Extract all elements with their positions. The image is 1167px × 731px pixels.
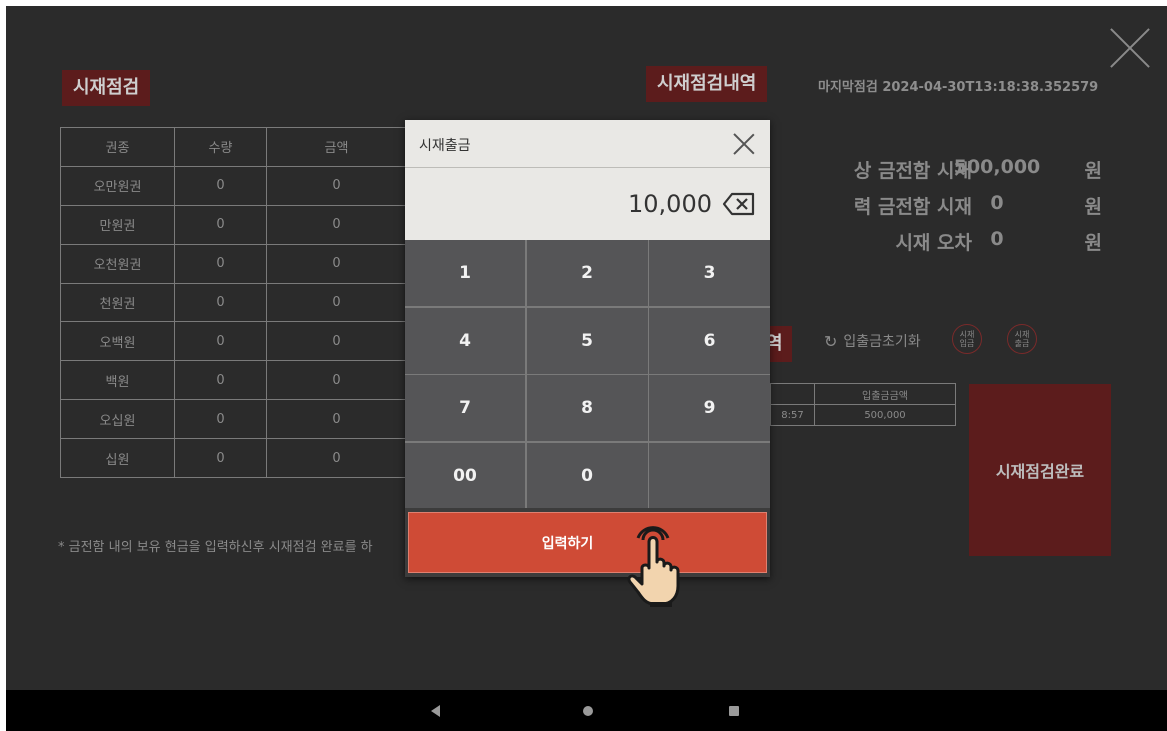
history-time: 8:57 [770, 404, 815, 426]
reset-deposit-button[interactable]: ↻ 입출금초기화 [824, 331, 921, 351]
history-amount: 500,000 [814, 404, 956, 426]
home-icon[interactable] [583, 706, 593, 716]
history-header-time [770, 383, 815, 405]
summary-value: 0 [990, 228, 1004, 250]
amount-cell: 0 [266, 204, 407, 245]
key-7[interactable]: 7 [405, 375, 525, 441]
table-row[interactable]: 십원 0 0 [60, 438, 407, 479]
table-header-row: 권종 수량 금액 [60, 127, 407, 167]
quantity-cell[interactable]: 0 [174, 399, 267, 440]
key-8[interactable]: 8 [526, 375, 648, 441]
summary-row: 시재 오차 0 원 [772, 228, 1112, 258]
amount-cell: 0 [266, 165, 407, 206]
dialog-header: 시재출금 [405, 120, 770, 168]
summary-unit: 원 [1084, 232, 1102, 254]
denomination-cell: 오십원 [60, 399, 175, 440]
system-nav-bar [6, 690, 1167, 731]
amount-cell: 0 [266, 243, 407, 284]
summary-row: 력 금전함 시재 0 원 [772, 192, 1112, 222]
submit-button[interactable]: 입력하기 [408, 512, 767, 573]
amount-cell: 0 [266, 399, 407, 440]
denomination-cell: 오만원권 [60, 165, 175, 206]
quantity-cell[interactable]: 0 [174, 282, 267, 323]
history-header-row: 입출금금액 [770, 383, 956, 405]
quantity-cell[interactable]: 0 [174, 321, 267, 362]
table-row[interactable]: 오만원권 0 0 [60, 165, 407, 206]
app-screen: 시재점검 권종 수량 금액 오만원권 0 0 만원권 0 0 오천원권 0 0 … [6, 6, 1167, 731]
key-9[interactable]: 9 [649, 375, 770, 441]
deposit-line2: 입금 [959, 339, 975, 348]
cash-deposit-button[interactable]: 시재 입금 [952, 324, 982, 354]
table-row[interactable]: 오십원 0 0 [60, 399, 407, 440]
denomination-cell: 천원권 [60, 282, 175, 323]
cash-history-title: 시재점검내역 [646, 66, 768, 102]
summary-unit: 원 [1084, 160, 1102, 182]
withdraw-line1: 시재 [1014, 330, 1030, 339]
header-denomination: 권종 [60, 127, 175, 167]
last-check-timestamp: 마지막점검 2024-04-30T13:18:38.352579 [818, 80, 1099, 95]
key-3[interactable]: 3 [649, 240, 770, 306]
header-amount: 금액 [266, 127, 407, 167]
backspace-icon[interactable] [722, 192, 756, 216]
deposit-line1: 시재 [959, 330, 975, 339]
summary-row: 상 금전함 시재 500,000 원 [772, 156, 1112, 186]
key-1[interactable]: 1 [405, 240, 525, 306]
amount-value: 10,000 [628, 190, 712, 218]
table-row[interactable]: 오천원권 0 0 [60, 243, 407, 284]
key-6[interactable]: 6 [649, 307, 770, 374]
denomination-cell: 만원권 [60, 204, 175, 245]
denomination-cell: 오천원권 [60, 243, 175, 284]
table-row[interactable]: 오백원 0 0 [60, 321, 407, 362]
back-icon[interactable] [431, 705, 440, 717]
quantity-cell[interactable]: 0 [174, 165, 267, 206]
history-table: 입출금금액 8:57 500,000 [770, 383, 956, 426]
withdraw-line2: 출금 [1014, 339, 1030, 348]
amount-cell: 0 [266, 321, 407, 362]
reset-label: 입출금초기화 [843, 334, 921, 350]
amount-cell: 0 [266, 438, 407, 479]
header-quantity: 수량 [174, 127, 267, 167]
cash-check-complete-button[interactable]: 시재점검완료 [969, 384, 1111, 556]
summary-value: 500,000 [953, 156, 1041, 178]
amount-cell: 0 [266, 282, 407, 323]
summary-value: 0 [990, 192, 1004, 214]
table-row[interactable]: 만원권 0 0 [60, 204, 407, 245]
withdraw-dialog: 시재출금 10,000 1 2 3 4 5 6 7 8 9 00 0 입력하기 [405, 120, 770, 577]
recent-apps-icon[interactable] [729, 706, 739, 716]
instruction-note: * 금전함 내의 보유 현금을 입력하신후 시재점검 완료를 하 [58, 540, 373, 555]
quantity-cell[interactable]: 0 [174, 360, 267, 401]
dialog-title: 시재출금 [419, 138, 471, 154]
key-00[interactable]: 00 [405, 442, 525, 509]
key-5[interactable]: 5 [526, 307, 648, 374]
quantity-cell[interactable]: 0 [174, 438, 267, 479]
tap-hand-icon [627, 526, 680, 607]
cash-withdraw-button[interactable]: 시재 출금 [1007, 324, 1037, 354]
submit-area: 입력하기 [405, 508, 770, 577]
close-icon[interactable] [733, 133, 755, 155]
denomination-table: 권종 수량 금액 오만원권 0 0 만원권 0 0 오천원권 0 0 천원권 0… [60, 127, 407, 479]
denomination-cell: 백원 [60, 360, 175, 401]
key-empty [649, 442, 770, 509]
history-row: 8:57 500,000 [770, 404, 956, 426]
table-row[interactable]: 천원권 0 0 [60, 282, 407, 323]
table-row[interactable]: 백원 0 0 [60, 360, 407, 401]
denomination-cell: 십원 [60, 438, 175, 479]
denomination-cell: 오백원 [60, 321, 175, 362]
history-header-amount: 입출금금액 [814, 383, 956, 405]
summary-unit: 원 [1084, 196, 1102, 218]
key-0[interactable]: 0 [526, 442, 648, 509]
amount-display: 10,000 [405, 168, 770, 240]
numeric-keypad: 1 2 3 4 5 6 7 8 9 00 0 [405, 240, 770, 509]
refresh-icon: ↻ [824, 331, 838, 351]
amount-cell: 0 [266, 360, 407, 401]
cash-check-title: 시재점검 [62, 70, 151, 106]
key-2[interactable]: 2 [526, 240, 648, 306]
close-icon[interactable] [1110, 28, 1150, 68]
quantity-cell[interactable]: 0 [174, 204, 267, 245]
quantity-cell[interactable]: 0 [174, 243, 267, 284]
key-4[interactable]: 4 [405, 307, 525, 374]
